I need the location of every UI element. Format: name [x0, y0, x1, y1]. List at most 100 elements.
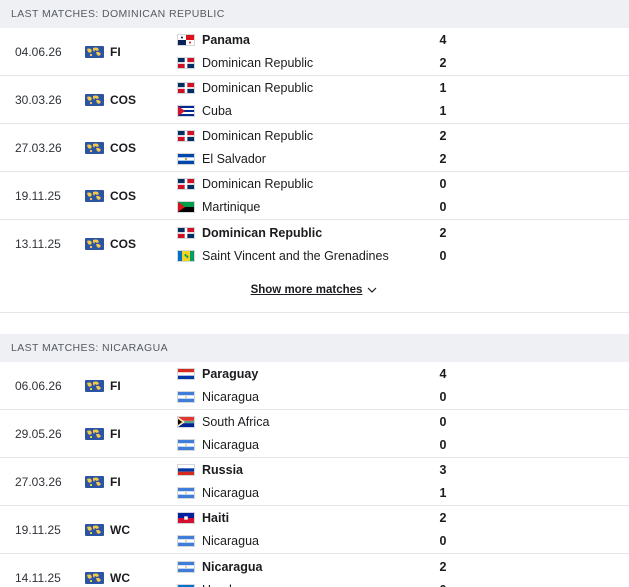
world-map-icon: [85, 524, 104, 536]
match-date: 30.03.26: [15, 92, 62, 107]
match-scores: 3 1: [423, 461, 463, 502]
away-score: 0: [439, 390, 447, 404]
competition-label: FI: [110, 378, 121, 393]
panama-flag-icon: [177, 34, 195, 46]
match-date: 19.11.25: [15, 522, 61, 537]
match-row[interactable]: 13.11.25 COS Dominican Republic Saint Vi…: [0, 220, 629, 268]
home-team-name: South Africa: [202, 415, 270, 429]
match-date: 27.03.26: [15, 474, 62, 489]
away-team-name: Dominican Republic: [202, 56, 314, 70]
match-scores: 2 2: [423, 127, 463, 168]
match-scores: 2 0: [423, 224, 463, 265]
home-score: 0: [439, 177, 447, 191]
away-team-name: Nicaragua: [202, 534, 259, 548]
nicaragua-flag-icon: [177, 535, 195, 547]
home-score: 2: [439, 129, 447, 143]
competition-label: COS: [110, 92, 137, 107]
home-team: Haiti: [177, 509, 423, 527]
home-score: 4: [439, 367, 447, 381]
competition-label: COS: [110, 188, 137, 203]
match-row[interactable]: 04.06.26 FI Panama Dominican Republic 4 …: [0, 28, 629, 76]
dominican-republic-flag-icon: [177, 82, 195, 94]
russia-flag-icon: [177, 464, 195, 476]
world-map-icon: [85, 238, 104, 250]
match-row[interactable]: 06.06.26 FI Paraguay Nicaragua 4 0: [0, 362, 629, 410]
match-row[interactable]: 27.03.26 FI Russia Nicaragua 3 1: [0, 458, 629, 506]
dominican-republic-flag-icon: [177, 130, 195, 142]
home-team-name: Dominican Republic: [202, 225, 323, 240]
section-header-nicaragua: LAST MATCHES: NICARAGUA: [0, 334, 629, 362]
away-team-name: Nicaragua: [202, 486, 259, 500]
home-team: Russia: [177, 461, 423, 479]
match-scores: 4 0: [423, 365, 463, 406]
away-score: 2: [439, 152, 447, 166]
chevron-down-icon: [366, 284, 378, 296]
competition-label: FI: [110, 426, 121, 441]
section-dominican-republic: LAST MATCHES: DOMINICAN REPUBLIC 04.06.2…: [0, 0, 629, 313]
match-teams: Dominican Republic El Salvador: [177, 127, 423, 168]
match-teams: Haiti Nicaragua: [177, 509, 423, 550]
dominican-republic-flag-icon: [177, 226, 195, 239]
away-score: 1: [439, 104, 447, 118]
away-team: El Salvador: [177, 150, 423, 168]
section-nicaragua: LAST MATCHES: NICARAGUA 06.06.26 FI Para…: [0, 334, 629, 587]
match-row[interactable]: 27.03.26 COS Dominican Republic El Salva…: [0, 124, 629, 172]
home-team-name: Paraguay: [202, 367, 259, 381]
away-score: 0: [439, 534, 447, 548]
nicaragua-flag-icon: [177, 560, 195, 573]
home-team-name: Dominican Republic: [202, 81, 314, 95]
saint-vincent-flag-icon: [177, 249, 195, 262]
home-team-name: Russia: [202, 463, 243, 477]
match-teams: Russia Nicaragua: [177, 461, 423, 502]
section-title: LAST MATCHES: NICARAGUA: [11, 342, 169, 354]
match-teams: Paraguay Nicaragua: [177, 365, 423, 406]
match-date: 19.11.25: [15, 188, 61, 203]
dominican-republic-flag-icon: [177, 178, 195, 190]
competition-label: FI: [110, 474, 121, 489]
match-list-nicaragua: 06.06.26 FI Paraguay Nicaragua 4 0 29.05…: [0, 362, 629, 587]
away-team: Nicaragua: [177, 436, 423, 454]
haiti-flag-icon: [177, 512, 195, 524]
away-team: Nicaragua: [177, 532, 423, 550]
away-score: 0: [440, 581, 447, 587]
match-row[interactable]: 14.11.25 WC Nicaragua Honduras 2 0: [0, 554, 629, 587]
away-team-name: Martinique: [202, 200, 261, 214]
home-score: 4: [439, 33, 447, 47]
home-team: Dominican Republic: [177, 175, 423, 193]
section-title: LAST MATCHES: DOMINICAN REPUBLIC: [11, 8, 225, 20]
away-team-name: Nicaragua: [202, 390, 259, 404]
away-team-name: Saint Vincent and the Grenadines: [202, 248, 389, 263]
away-score: 2: [439, 56, 447, 70]
section-header-dominican-republic: LAST MATCHES: DOMINICAN REPUBLIC: [0, 0, 629, 28]
world-map-icon: [85, 94, 104, 106]
away-team: Saint Vincent and the Grenadines: [177, 247, 423, 265]
el-salvador-flag-icon: [177, 153, 195, 165]
home-team-name: Panama: [202, 33, 250, 47]
away-team: Nicaragua: [177, 388, 423, 406]
away-team: Nicaragua: [177, 484, 423, 502]
honduras-flag-icon: [177, 583, 195, 587]
match-row[interactable]: 19.11.25 WC Haiti Nicaragua 2 0: [0, 506, 629, 554]
show-more-button[interactable]: Show more matches: [251, 284, 379, 296]
match-row[interactable]: 19.11.25 COS Dominican Republic Martiniq…: [0, 172, 629, 220]
world-map-icon: [85, 190, 104, 202]
martinique-flag-icon: [177, 201, 195, 213]
section-spacer: [0, 313, 629, 334]
home-team: Dominican Republic: [177, 79, 423, 97]
show-more-label: Show more matches: [250, 284, 363, 296]
away-score: 0: [439, 200, 447, 214]
match-row[interactable]: 30.03.26 COS Dominican Republic Cuba 1 1: [0, 76, 629, 124]
match-row[interactable]: 29.05.26 FI South Africa Nicaragua 0 0: [0, 410, 629, 458]
match-date: 29.05.26: [15, 426, 62, 441]
cuba-flag-icon: [177, 105, 195, 117]
south-africa-flag-icon: [177, 416, 195, 428]
home-score: 3: [439, 463, 447, 477]
away-team: Cuba: [177, 102, 423, 120]
competition-label: WC: [110, 522, 130, 537]
match-date: 27.03.26: [15, 140, 62, 155]
match-scores: 2 0: [423, 509, 463, 550]
away-team-name: Honduras: [202, 583, 256, 587]
world-map-icon: [85, 572, 104, 584]
home-team: Dominican Republic: [177, 224, 423, 242]
match-list-dominican-republic: 04.06.26 FI Panama Dominican Republic 4 …: [0, 28, 629, 268]
